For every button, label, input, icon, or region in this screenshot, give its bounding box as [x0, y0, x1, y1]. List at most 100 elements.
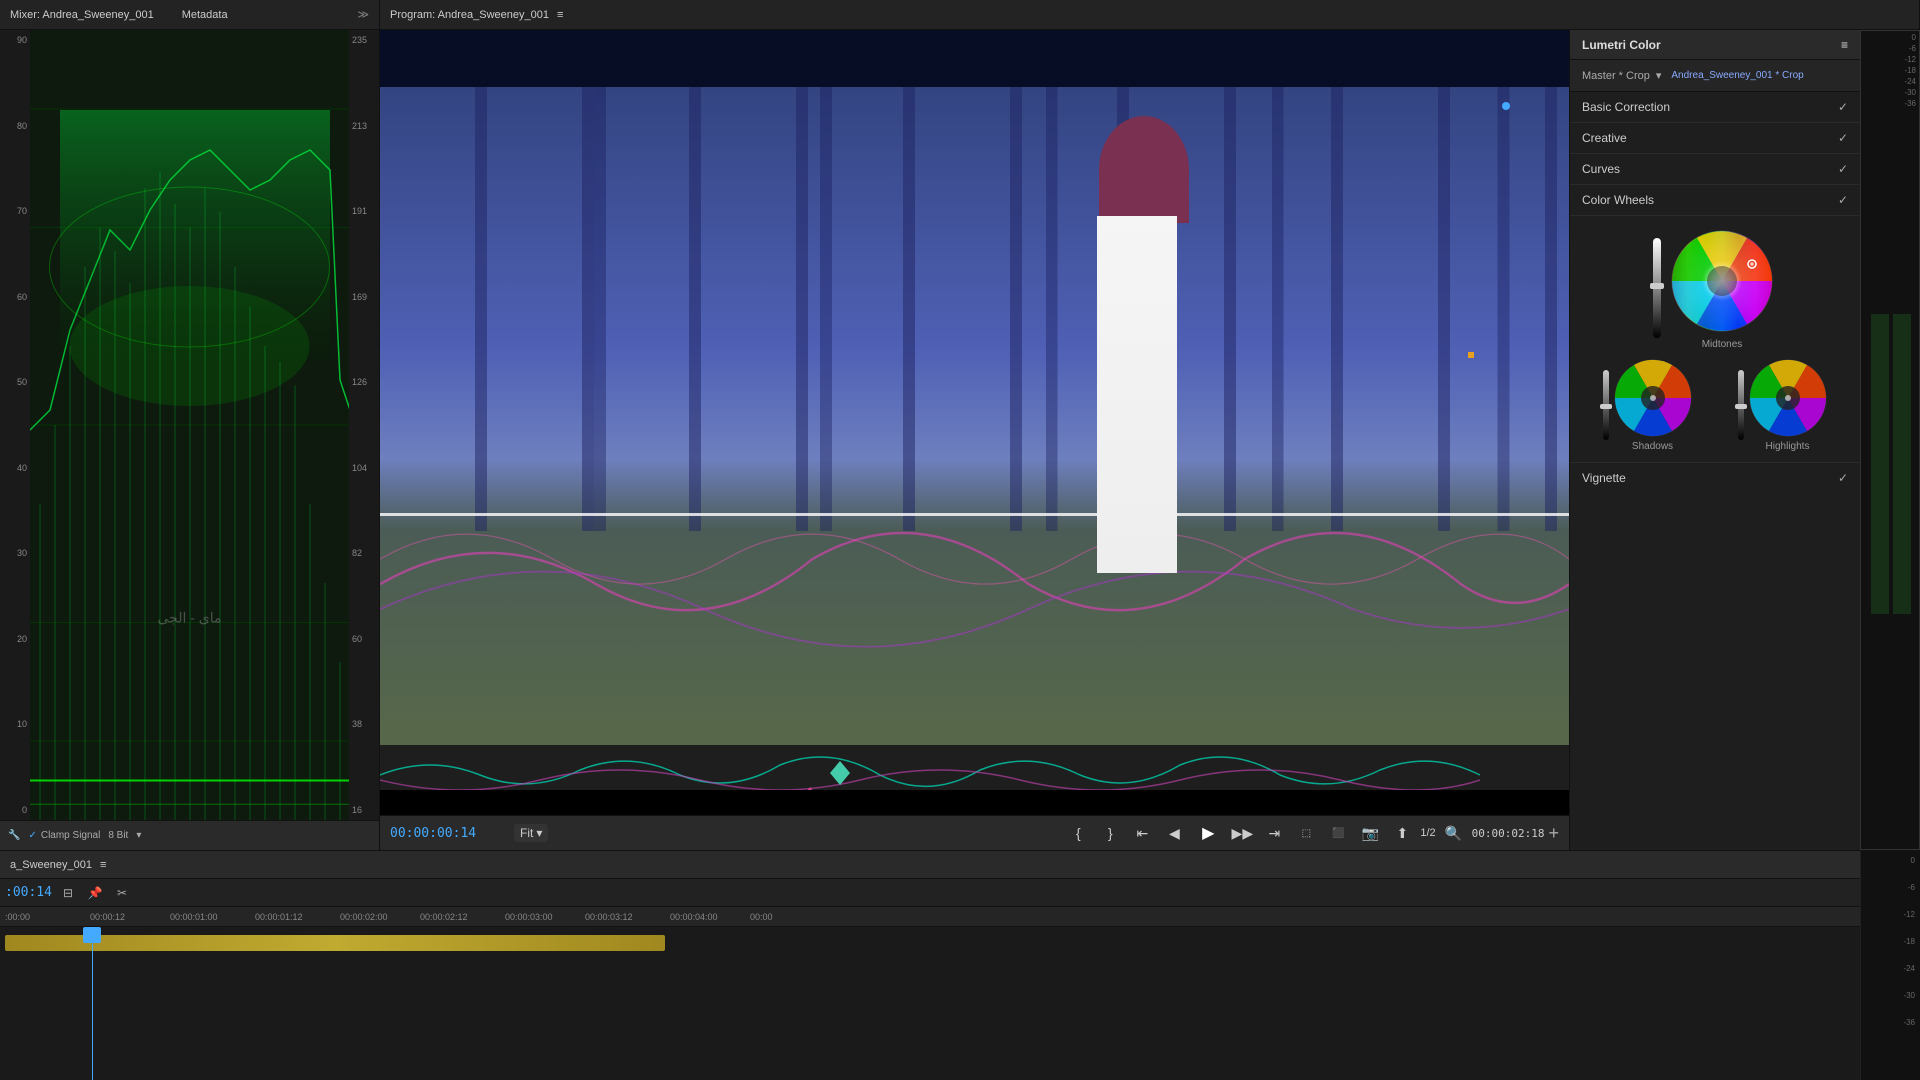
shadows-thumb: [1600, 404, 1612, 409]
timeline-tool-razor[interactable]: ✂: [111, 883, 133, 903]
creative-section[interactable]: Creative ✓: [1570, 123, 1860, 154]
midtones-label: Midtones: [1702, 339, 1743, 350]
curves-label: Curves: [1582, 162, 1838, 176]
basic-correction-label: Basic Correction: [1582, 100, 1838, 114]
step-forward-button[interactable]: ▶▶: [1228, 821, 1256, 845]
clamp-signal-toggle[interactable]: ✓ Clamp Signal: [28, 830, 100, 841]
lumetri-hamburger[interactable]: ≡: [1841, 38, 1848, 52]
color-wheels-label: Color Wheels: [1582, 193, 1838, 207]
ts-2: 00:00:01:00: [170, 912, 218, 922]
add-button[interactable]: +: [1548, 823, 1559, 844]
timeline-hamburger[interactable]: ≡: [100, 859, 106, 871]
highlights-slider[interactable]: [1738, 370, 1744, 440]
ts-5: 00:00:02:12: [420, 912, 468, 922]
bit-depth-label: 8 Bit: [108, 830, 128, 841]
midtones-slider[interactable]: [1653, 238, 1661, 338]
waveform-display: 90 80 70 60 50 40 30 20 10 0 235 213 191…: [0, 30, 379, 820]
meter-36: -36: [1903, 1018, 1915, 1027]
timecode-current: 00:00:00:14: [390, 826, 510, 841]
overwrite-button[interactable]: ⬛: [1324, 821, 1352, 845]
ts-8: 00:00:04:00: [670, 912, 718, 922]
video-frame: [380, 30, 1569, 745]
playhead-line: [92, 927, 93, 1080]
lumetri-subheader: Master * Crop ▾ Andrea_Sweeney_001 * Cro…: [1570, 60, 1860, 92]
curves-section[interactable]: Curves ✓: [1570, 154, 1860, 185]
orange-dot: [1468, 352, 1474, 358]
waveform-left-labels: 90 80 70 60 50 40 30 20 10 0: [0, 30, 30, 820]
go-to-out-button[interactable]: ⇥: [1260, 821, 1288, 845]
highlights-wheel-container: Highlights: [1748, 358, 1828, 452]
figure-hat: [1099, 116, 1189, 223]
ruler-timestamps: :00:00 00:00:12 00:00:01:00 00:00:01:12 …: [5, 907, 1860, 926]
expand-icon[interactable]: ≫: [357, 8, 369, 21]
meter-24: -24: [1903, 964, 1915, 973]
export-button[interactable]: ⬆: [1388, 821, 1416, 845]
midtones-wheel-container: Midtones: [1667, 226, 1777, 350]
cyan-dot: [1502, 102, 1510, 110]
meter-18: -18: [1903, 937, 1915, 946]
sequence-name: a_Sweeney_001: [10, 859, 92, 871]
wrench-icon[interactable]: 🔧: [8, 830, 20, 841]
master-crop-dropdown[interactable]: ▾: [1656, 69, 1662, 82]
highlights-color-wheel[interactable]: [1748, 358, 1828, 438]
clip-name-label: Andrea_Sweeney_001 * Crop: [1671, 70, 1803, 81]
playhead-handle[interactable]: [83, 927, 101, 943]
lumetri-header: Lumetri Color ≡: [1570, 30, 1860, 60]
highlights-label: Highlights: [1766, 441, 1810, 452]
basic-correction-section[interactable]: Basic Correction ✓: [1570, 92, 1860, 123]
camera-button[interactable]: 📷: [1356, 821, 1384, 845]
program-hamburger[interactable]: ≡: [557, 9, 563, 21]
color-wheels-content: Midtones: [1570, 216, 1860, 462]
timeline-tool-tracks[interactable]: ⊟: [57, 883, 79, 903]
midtones-slider-thumb: [1650, 283, 1664, 289]
timeline-track-area[interactable]: [0, 927, 1860, 1080]
color-wheels-check: ✓: [1838, 193, 1848, 207]
bit-depth-dropdown[interactable]: ▾: [136, 830, 141, 841]
midtones-slider-container: [1653, 233, 1661, 343]
vignette-section[interactable]: Vignette ✓: [1570, 462, 1860, 493]
highlights-group: Highlights: [1738, 358, 1828, 452]
fraction-display: 1/2: [1420, 827, 1435, 839]
insert-button[interactable]: ⬚: [1292, 821, 1320, 845]
scrubber-area[interactable]: [380, 745, 1569, 790]
waveform-canvas: مای - الجی: [30, 30, 349, 820]
waveform-controls: 🔧 ✓ Clamp Signal 8 Bit ▾: [0, 820, 379, 850]
metadata-label[interactable]: Metadata: [182, 9, 228, 21]
basic-correction-check: ✓: [1838, 100, 1848, 114]
program-panel: 00:00:00:14 Fit ▾ { } ⇤ ◀ ▶ ▶▶ ⇥ ⬚ ⬛ 📷 ⬆…: [380, 30, 1570, 850]
shadows-slider[interactable]: [1603, 370, 1609, 440]
bottom-wheels-row: Shadows: [1580, 358, 1850, 452]
color-wheels-section-header[interactable]: Color Wheels ✓: [1570, 185, 1860, 216]
video-controls-bar: 00:00:00:14 Fit ▾ { } ⇤ ◀ ▶ ▶▶ ⇥ ⬚ ⬛ 📷 ⬆…: [380, 815, 1569, 850]
zoom-button[interactable]: 🔍: [1440, 821, 1468, 845]
ts-9: 00:00: [750, 912, 773, 922]
figure-body: [1097, 216, 1177, 574]
marker-out-button[interactable]: }: [1096, 821, 1124, 845]
midtones-group: Midtones: [1653, 226, 1777, 350]
marker-in-button[interactable]: {: [1064, 821, 1092, 845]
creative-check: ✓: [1838, 131, 1848, 145]
master-crop-label[interactable]: Master * Crop: [1582, 70, 1650, 82]
ts-4: 00:00:02:00: [340, 912, 388, 922]
fit-dropdown-arrow: ▾: [536, 826, 542, 840]
play-button[interactable]: ▶: [1192, 819, 1224, 847]
highlights-slider-container: [1738, 365, 1744, 445]
curves-check: ✓: [1838, 162, 1848, 176]
timeline-right-meter: 0 -6 -12 -18 -24 -30 -36: [1860, 851, 1920, 1080]
shadows-color-wheel[interactable]: [1613, 358, 1693, 438]
highlights-thumb: [1735, 404, 1747, 409]
video-clip[interactable]: [5, 935, 665, 951]
midtones-color-wheel[interactable]: [1667, 226, 1777, 336]
svg-text:مای - الجی: مای - الجی: [157, 610, 221, 626]
timeline-tool-snap[interactable]: 📌: [84, 883, 106, 903]
ts-3: 00:00:01:12: [255, 912, 303, 922]
program-panel-header: Program: Andrea_Sweeney_001 ≡: [380, 0, 1920, 29]
go-to-in-button[interactable]: ⇤: [1128, 821, 1156, 845]
step-back-button[interactable]: ◀: [1160, 821, 1188, 845]
mixer-panel-header: Mixer: Andrea_Sweeney_001 Metadata ≫: [0, 0, 380, 29]
mixer-title: Mixer: Andrea_Sweeney_001: [10, 9, 154, 21]
fit-dropdown[interactable]: Fit ▾: [514, 824, 548, 842]
meter-0: 0: [1911, 856, 1915, 865]
shadows-group: Shadows: [1603, 358, 1693, 452]
meter-12: -12: [1903, 910, 1915, 919]
